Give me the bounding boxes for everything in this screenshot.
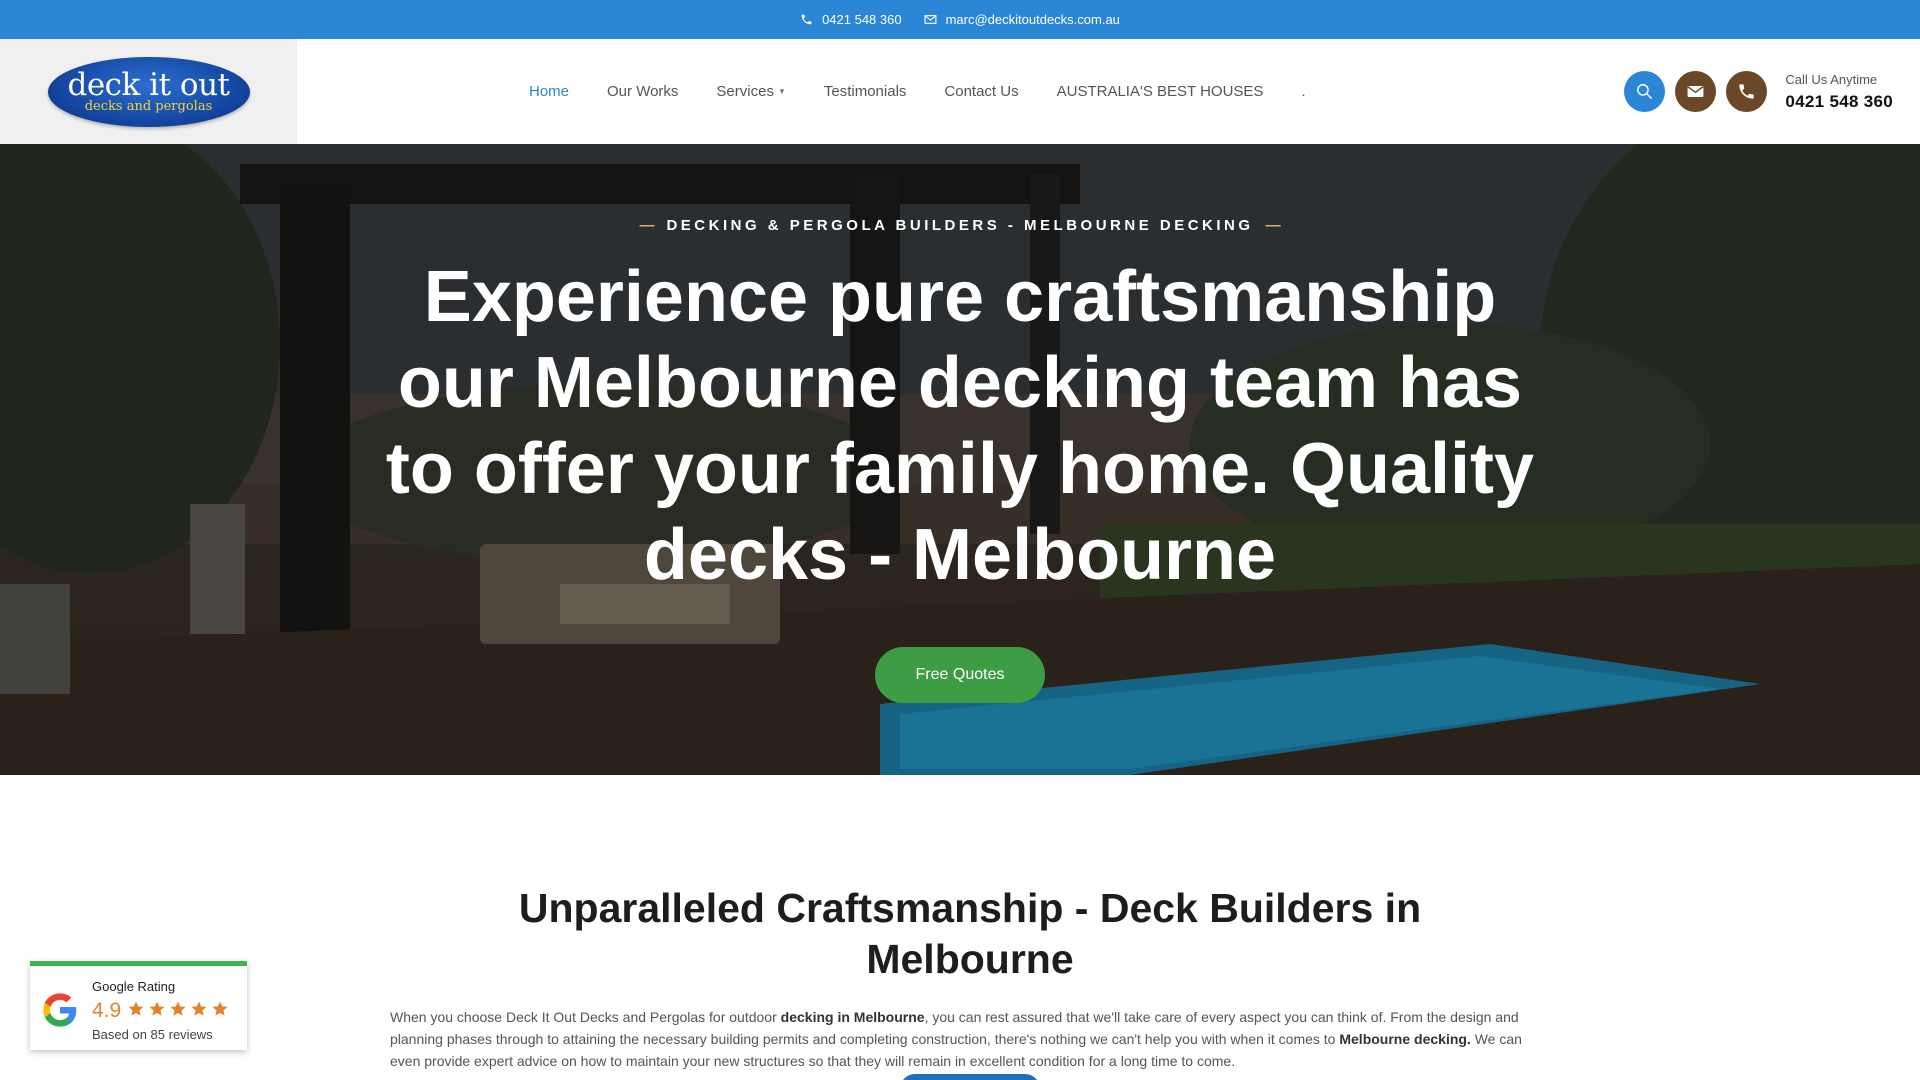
nav-services[interactable]: Services ▼ <box>716 83 785 100</box>
nav-dot[interactable]: . <box>1301 83 1305 100</box>
paragraph-bold-1: decking in Melbourne <box>780 1009 925 1025</box>
rating-stars <box>127 1000 229 1018</box>
nav-our-works[interactable]: Our Works <box>607 83 678 100</box>
hero-kicker-text: DECKING & PERGOLA BUILDERS - MELBOURNE D… <box>666 217 1254 234</box>
topbar-email-text: marc@deckitoutdecks.com.au <box>945 12 1120 27</box>
email-button[interactable] <box>1675 71 1717 112</box>
top-contact-bar: 0421 548 360 marc@deckitoutdecks.com.au <box>0 0 1920 39</box>
search-button[interactable] <box>1624 71 1666 112</box>
topbar-phone[interactable]: 0421 548 360 <box>800 12 902 27</box>
nav-best-houses[interactable]: AUSTRALIA'S BEST HOUSES <box>1057 83 1264 100</box>
envelope-icon <box>1687 85 1704 98</box>
call-us-block[interactable]: Call Us Anytime 0421 548 360 <box>1785 72 1893 112</box>
kicker-dash-right: — <box>1265 217 1281 234</box>
nav-contact-us-label: Contact Us <box>944 83 1019 100</box>
star-icon <box>212 1001 228 1016</box>
chevron-down-icon: ▼ <box>777 87 786 96</box>
star-icon <box>170 1001 186 1016</box>
logo[interactable]: deck it out decks and pergolas <box>0 39 297 144</box>
search-icon <box>1637 84 1653 100</box>
hero-kicker: — DECKING & PERGOLA BUILDERS - MELBOURNE … <box>0 217 1920 234</box>
google-review-count: Based on 85 reviews <box>92 1027 213 1042</box>
nav-services-label: Services <box>716 83 774 100</box>
main-nav: Home Our Works Services ▼ Testimonials Co… <box>529 39 1344 144</box>
call-us-label: Call Us Anytime <box>1785 71 1878 87</box>
hero-banner: — DECKING & PERGOLA BUILDERS - MELBOURNE … <box>0 144 1920 775</box>
phone-icon <box>1739 84 1755 99</box>
kicker-dash-left: — <box>639 217 655 234</box>
logo-main-text: deck it out <box>67 66 230 103</box>
paragraph-part-1: When you choose Deck It Out Decks and Pe… <box>390 1009 781 1025</box>
google-rating-score: 4.9 <box>92 999 122 1022</box>
logo-oval: deck it out decks and pergolas <box>47 56 250 127</box>
google-rating-label: Google Rating <box>92 979 176 994</box>
call-us-number: 0421 548 360 <box>1785 91 1893 111</box>
star-icon <box>149 1001 165 1016</box>
site-header: deck it out decks and pergolas Home Our … <box>0 39 1920 144</box>
topbar-phone-text: 0421 548 360 <box>822 12 902 27</box>
nav-testimonials[interactable]: Testimonials <box>824 83 907 100</box>
topbar-email[interactable]: marc@deckitoutdecks.com.au <box>924 12 1120 27</box>
paragraph-bold-2: Melbourne decking. <box>1339 1031 1471 1047</box>
nav-contact-us[interactable]: Contact Us <box>944 83 1018 100</box>
star-icon <box>128 1001 144 1016</box>
hero-title: Experience pure craftsmanship our Melbou… <box>385 257 1535 595</box>
section-paragraph: When you choose Deck It Out Decks and Pe… <box>390 1006 1530 1072</box>
call-button[interactable] <box>1726 71 1768 112</box>
nav-home-label: Home <box>529 83 570 100</box>
nav-best-houses-label: AUSTRALIA'S BEST HOUSES <box>1056 83 1264 100</box>
nav-home[interactable]: Home <box>529 83 569 100</box>
section-button-partial[interactable] <box>900 1074 1040 1080</box>
section-title: Unparalleled Craftsmanship - Deck Builde… <box>518 885 1422 982</box>
star-icon <box>191 1001 207 1016</box>
free-quotes-button[interactable]: Free Quotes <box>875 647 1045 703</box>
nav-testimonials-label: Testimonials <box>823 83 907 100</box>
nav-our-works-label: Our Works <box>607 83 679 100</box>
envelope-icon <box>924 15 937 24</box>
header-actions: Call Us Anytime 0421 548 360 <box>1624 39 1920 144</box>
logo-sub-text: decks and pergolas <box>84 98 213 114</box>
google-logo-icon <box>43 993 77 1027</box>
google-rating-widget[interactable]: Google Rating 4.9 Based on 85 reviews <box>30 961 247 1050</box>
phone-icon <box>801 14 812 25</box>
nav-dot-label: . <box>1301 83 1306 100</box>
